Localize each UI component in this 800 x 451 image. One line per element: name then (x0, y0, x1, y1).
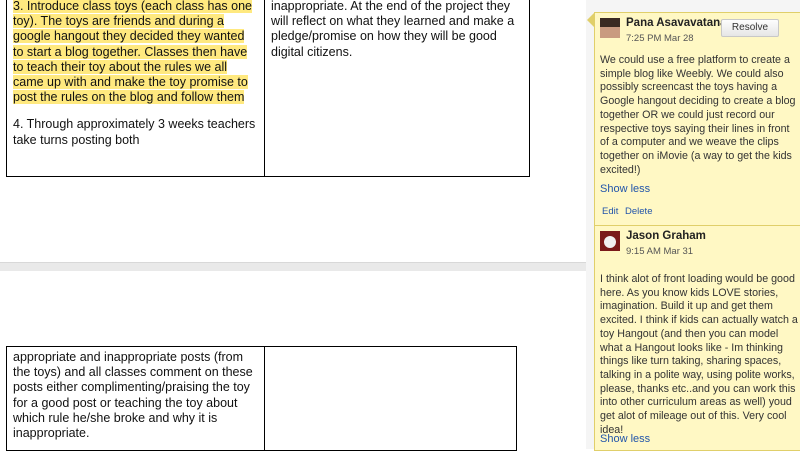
table-cell-left[interactable]: 3. Introduce class toys (each class has … (6, 0, 265, 177)
table-row: appropriate and inappropriate posts (fro… (6, 346, 517, 451)
show-less-link[interactable]: Show less (600, 183, 650, 195)
comment-body: We could use a free platform to create a… (600, 54, 796, 176)
paragraph-text: inappropriate. At the end of the project… (271, 0, 515, 59)
comment-body: I think alot of front loading would be g… (600, 273, 798, 436)
comment-timestamp: 7:25 PM Mar 28 (626, 33, 694, 44)
edit-link[interactable]: Edit (602, 206, 618, 217)
table-row: 3. Introduce class toys (each class has … (6, 0, 530, 177)
table-cell-right[interactable] (264, 346, 517, 451)
comment-thread[interactable]: Pana Asavavatana 7:25 PM Mar 28 Resolve … (594, 12, 800, 451)
comment-author: Jason Graham (626, 230, 706, 242)
highlighted-commented-text[interactable]: 3. Introduce class toys (each class has … (13, 0, 253, 105)
comment-actions: Edit Delete (602, 206, 656, 217)
paragraph-text: 4. Through approximately 3 weeks teacher… (13, 117, 256, 147)
table-cell-right[interactable]: inappropriate. At the end of the project… (264, 0, 530, 177)
paragraph-text: appropriate and inappropriate posts (fro… (13, 350, 253, 441)
show-less-link[interactable]: Show less (600, 433, 650, 445)
resolve-button[interactable]: Resolve (721, 19, 779, 37)
table-cell-left[interactable]: appropriate and inappropriate posts (fro… (6, 346, 265, 451)
comment-reply: Jason Graham 9:15 AM Mar 31 I think alot… (595, 225, 800, 445)
comment-timestamp: 9:15 AM Mar 31 (626, 246, 694, 257)
comment-author: Pana Asavavatana (626, 17, 727, 29)
document-table-bottom: appropriate and inappropriate posts (fro… (6, 346, 517, 451)
avatar (600, 18, 620, 38)
avatar (600, 231, 620, 251)
delete-link[interactable]: Delete (625, 206, 652, 217)
document-table-top: 3. Introduce class toys (each class has … (6, 0, 530, 177)
